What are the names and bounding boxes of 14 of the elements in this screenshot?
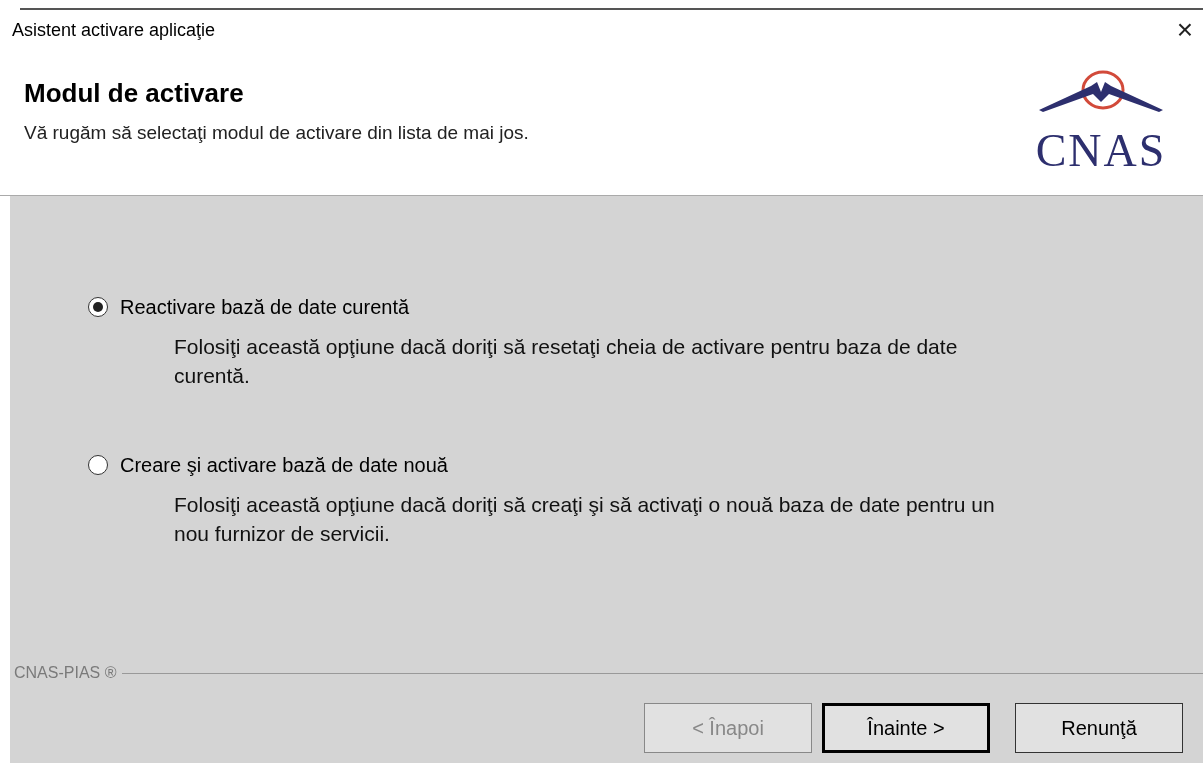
radio-button[interactable]: [88, 455, 108, 475]
option-description: Folosiţi această opţiune dacă doriţi să creaţi şi să activaţi o nouă baza de date pentru un nou furnizor de servicii.: [174, 492, 996, 547]
wizard-button[interactable]: Înainte >: [822, 703, 990, 753]
page-heading: Modul de activare: [24, 77, 245, 110]
option-description: Folosiţi această opţiune dacă doriţi să resetaţi cheia de activare pentru baza de date curentă.: [174, 334, 959, 389]
radio-option[interactable]: Reactivare bază de date curentă: [88, 292, 1203, 322]
page-subtitle: Vă rugăm să selectaţi modul de activare din lista de mai jos.: [24, 121, 529, 145]
cnas-logo: CNAS: [1021, 70, 1181, 174]
wizard-button[interactable]: Renunţă: [1015, 703, 1183, 753]
footer-brand: CNAS-PIAS ®: [14, 663, 117, 683]
radio-option[interactable]: Creare şi activare bază de date nouă: [88, 450, 1203, 480]
radio-button[interactable]: [88, 297, 108, 317]
close-button[interactable]: ×: [1176, 16, 1193, 44]
window-title: Asistent activare aplicaţie: [12, 18, 216, 42]
